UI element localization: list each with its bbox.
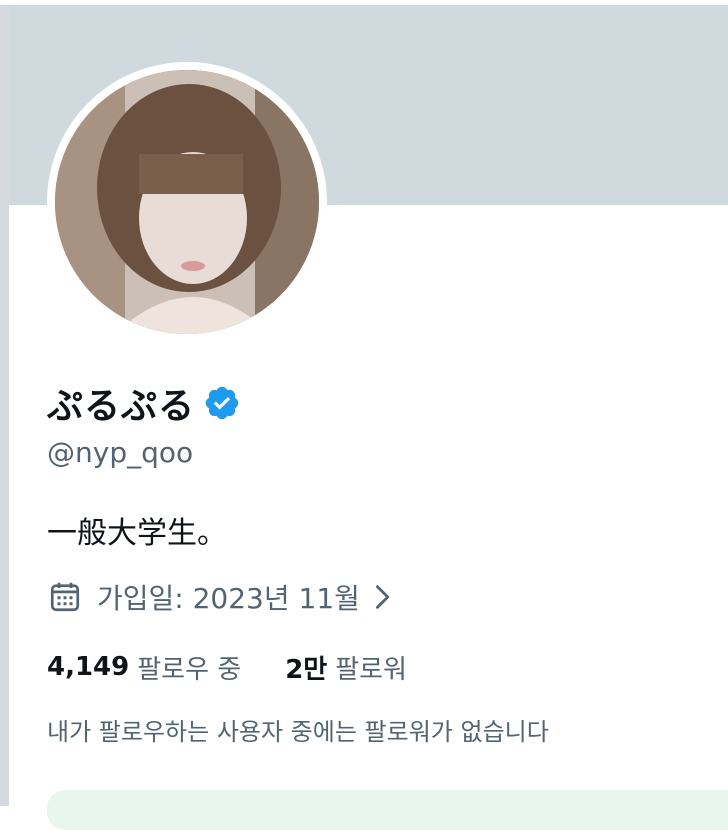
bottom-panel: [47, 790, 728, 830]
chevron-right-icon[interactable]: [368, 582, 396, 612]
profile-avatar[interactable]: [47, 62, 327, 342]
profile-joined-row[interactable]: 가입일: 2023년 11월: [47, 576, 396, 618]
profile-stats: 4,149 팔로우 중 2만 팔로워: [47, 647, 407, 687]
following-count: 4,149: [47, 652, 130, 682]
avatar-photo-illustration: [55, 70, 319, 334]
mutual-followers-note: 내가 팔로우하는 사용자 중에는 팔로워가 없습니다: [47, 718, 549, 746]
avatar-photo: [55, 70, 319, 334]
profile-handle: @nyp_qoo: [47, 436, 194, 469]
followers-count: 2만: [285, 654, 328, 685]
followers-link[interactable]: 2만 팔로워: [285, 649, 407, 686]
profile-display-name: ぷるぷる: [47, 385, 196, 427]
verified-badge-icon[interactable]: [203, 384, 241, 422]
following-label: 팔로우 중: [137, 654, 242, 685]
profile-joined-date: 가입일: 2023년 11월: [97, 582, 360, 615]
following-link[interactable]: 4,149 팔로우 중: [47, 649, 241, 686]
calendar-icon: [47, 579, 83, 615]
followers-label: 팔로워: [335, 654, 407, 685]
profile-name-row: ぷるぷる: [47, 378, 241, 428]
window-left-edge: [0, 0, 9, 806]
profile-bio: 一般大学生。: [47, 516, 227, 551]
